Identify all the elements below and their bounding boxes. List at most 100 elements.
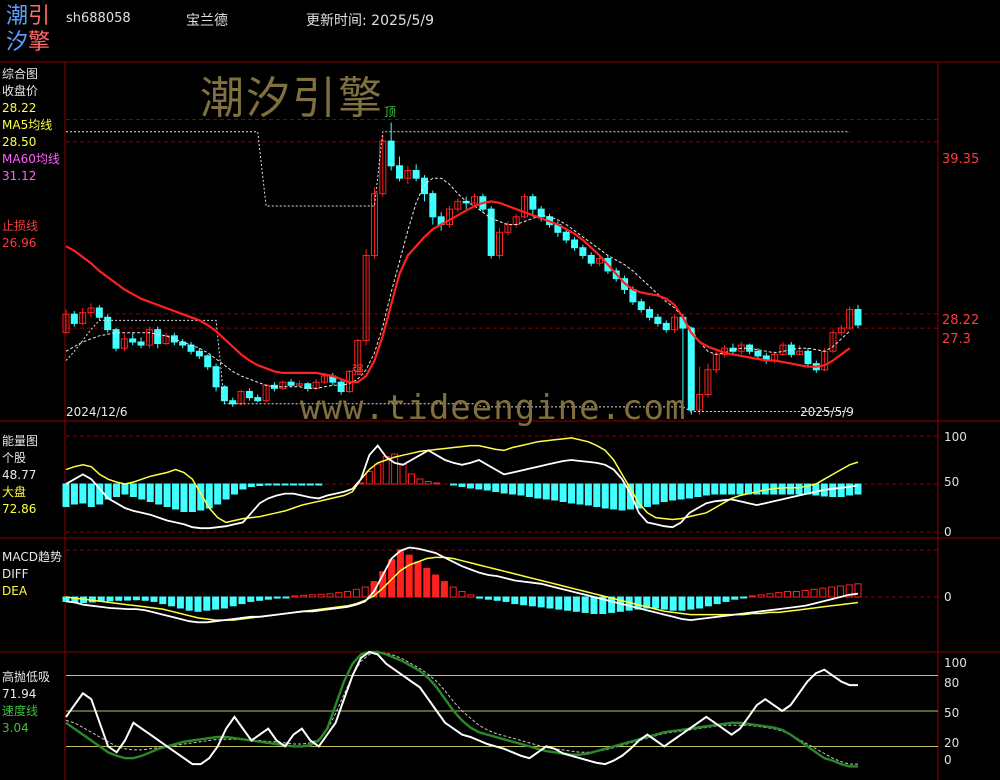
energy-bar [837, 483, 845, 497]
top-marker: 顶 [384, 105, 397, 119]
macd-bar [704, 596, 712, 607]
energy-bar [525, 483, 533, 497]
candle-body [137, 341, 145, 346]
macd-bar [652, 596, 660, 609]
macd-bar [449, 586, 457, 598]
energy-bar [121, 483, 129, 495]
macd-bar [432, 574, 440, 598]
ma60-line [65, 200, 851, 384]
candle-body [70, 313, 78, 324]
energy-bar [711, 483, 719, 495]
candle-body [487, 208, 495, 256]
energy-bar [778, 483, 786, 495]
energy-panel-plot [62, 435, 938, 533]
macd-bar [687, 596, 695, 610]
energy-bar [795, 483, 803, 495]
watermark-logo-text: 潮汐引擎 [200, 73, 384, 124]
macd-bar [256, 596, 264, 601]
macd-bar [810, 588, 818, 598]
candle-body [154, 329, 162, 345]
macd-bar [317, 593, 325, 598]
energy-axis-50: 50 [944, 475, 960, 489]
candle-body [129, 338, 137, 343]
macd-bar [660, 596, 668, 610]
candle-body [420, 177, 428, 195]
energy-bar [492, 483, 500, 492]
macd-bar [502, 596, 510, 602]
macd-bar [440, 581, 448, 598]
price-label-close: 28.22 [942, 313, 980, 328]
macd-bar [836, 585, 844, 598]
macd-bar [528, 596, 536, 607]
energy-bar [163, 483, 171, 507]
macd-bar [669, 596, 677, 611]
macd-bar [247, 596, 255, 602]
candle-body [412, 169, 420, 179]
macd-bar [203, 596, 211, 611]
watermark-url: www.tideengine.com [300, 388, 687, 428]
macd-bar [828, 586, 836, 598]
macd-bar [546, 596, 554, 609]
candle-body [654, 316, 662, 324]
energy-bar [146, 483, 154, 502]
energy-bar [450, 483, 458, 486]
macd-bar [300, 594, 308, 598]
energy-bar [407, 473, 415, 485]
macd-bar [801, 589, 809, 598]
candle-body [204, 355, 212, 368]
macd-bar [467, 594, 475, 598]
ma5-label: MA5均线 [2, 118, 53, 132]
energy-bar [239, 483, 247, 490]
macd-bar [176, 596, 184, 609]
energy-bar [188, 483, 196, 512]
energy-bar [483, 483, 491, 491]
ma60-label: MA60均线 [2, 152, 60, 166]
osc-axis-0: 0 [944, 753, 952, 767]
macd-bar [264, 596, 272, 600]
macd-bar [229, 596, 237, 607]
candle-body [95, 307, 103, 318]
candle-body [662, 322, 670, 331]
macd-bar [696, 596, 704, 609]
close-label: 收盘价 [2, 84, 39, 98]
speed-line [65, 650, 858, 768]
osc-line [65, 650, 858, 766]
energy-bar [652, 483, 660, 505]
macd-bar [132, 596, 140, 601]
energy-bar [736, 483, 744, 495]
energy-bar [231, 483, 239, 495]
macd-bar [572, 596, 580, 612]
candle-body [195, 350, 203, 357]
energy-bar [424, 481, 432, 485]
candle-body [287, 381, 295, 386]
macd-bar [185, 596, 193, 611]
macd-bar [159, 596, 167, 605]
macd-bar [344, 591, 352, 598]
candle-body [429, 193, 437, 218]
energy-bar [416, 478, 424, 485]
energy-bar [677, 483, 685, 500]
energy-bar [534, 483, 542, 499]
energy-bar [256, 483, 264, 486]
candle-body [212, 366, 220, 388]
macd-bar [335, 592, 343, 598]
ma5-value: 28.50 [2, 135, 37, 149]
energy-bar [719, 483, 727, 495]
energy-bar [787, 483, 795, 495]
energy-bar [273, 483, 281, 486]
macd-axis-0: 0 [944, 590, 952, 604]
energy-bar [155, 483, 163, 505]
energy-bar [728, 483, 736, 495]
macd-bar [484, 596, 492, 600]
macd-bar [124, 596, 132, 601]
energy-panel-title: 能量图 [2, 434, 39, 448]
osc-speed-label: 速度线 [2, 704, 39, 718]
energy-bar [610, 483, 618, 510]
macd-bar [282, 596, 290, 599]
energy-bar [62, 483, 70, 507]
bottom-marker: 强 [352, 363, 365, 377]
energy-bar [399, 463, 407, 485]
energy-bar [172, 483, 180, 510]
energy-bar [542, 483, 550, 500]
macd-bar [361, 586, 369, 598]
